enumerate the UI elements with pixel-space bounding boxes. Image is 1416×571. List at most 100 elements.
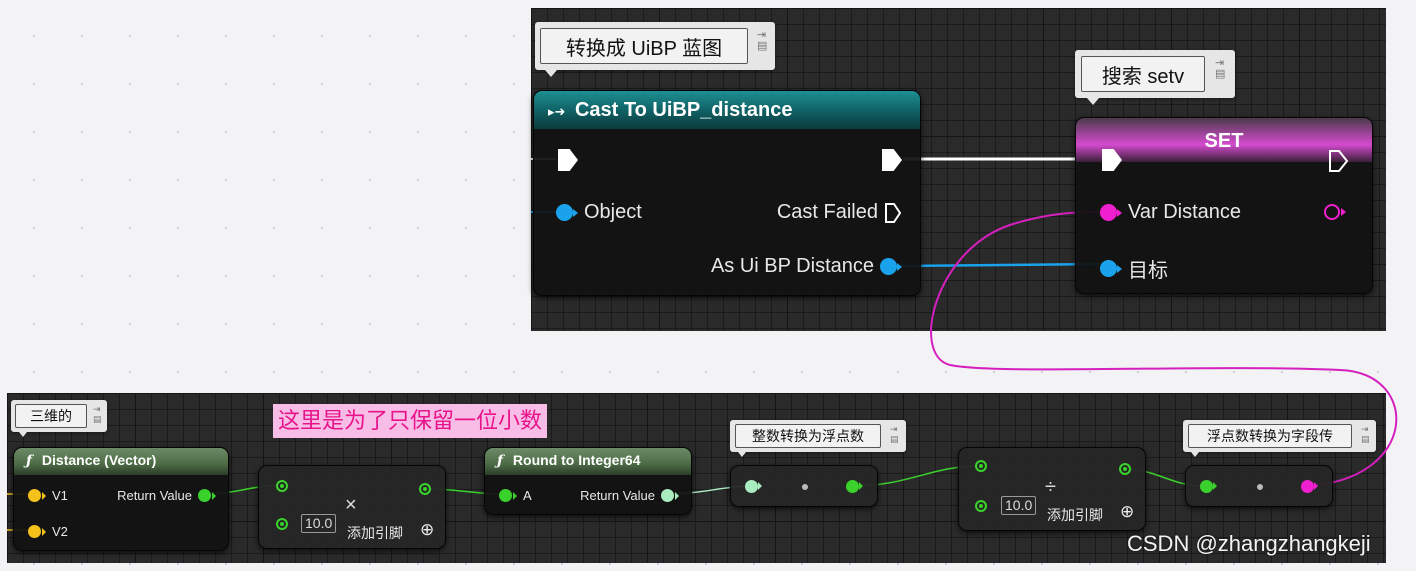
conversion-output-pin[interactable] xyxy=(846,480,859,493)
pin-arrow-icon xyxy=(212,491,216,500)
a-input-pin[interactable] xyxy=(499,489,512,502)
annotation-note: 这里是为了只保留一位小数 xyxy=(273,404,548,438)
a-row: A xyxy=(499,488,532,503)
conversion-input-pin[interactable] xyxy=(745,480,758,493)
multiply-symbol: × xyxy=(345,494,357,516)
cast-node-title: Cast To UiBP_distance xyxy=(574,99,793,121)
pin-icon[interactable]: ⇥ ▤ xyxy=(890,424,899,444)
return-value-label: Return Value xyxy=(117,488,192,503)
v2-label: V2 xyxy=(52,524,68,539)
comment-tail xyxy=(1191,452,1199,457)
set-node-title: SET xyxy=(1204,130,1244,152)
cast-node-header[interactable]: ▸➜ Cast To UiBP_distance xyxy=(534,91,920,129)
comment-text-box[interactable]: 三维的 xyxy=(15,404,87,428)
comment-bubble-int-to-float[interactable]: 整数转换为浮点数 ⇥ ▤ xyxy=(730,420,906,457)
exec-out-pin[interactable] xyxy=(882,149,902,171)
v1-label: V1 xyxy=(52,488,68,503)
multiply-output-pin[interactable] xyxy=(419,483,431,495)
comment-text: 三维的 xyxy=(30,408,72,424)
comment-bubble-set[interactable]: 搜索 setv ⇥ ▤ xyxy=(1075,50,1235,105)
pin-icon[interactable]: ⇥ ▤ xyxy=(93,404,102,424)
v2-input-pin[interactable] xyxy=(28,525,41,538)
distance-node-header[interactable]: ƒ Distance (Vector) xyxy=(14,448,228,475)
object-label: Object xyxy=(584,201,642,223)
v1-input-pin[interactable] xyxy=(28,489,41,502)
divide-value-field[interactable]: 10.0 xyxy=(1001,496,1037,515)
pin-icon[interactable]: ⇥ ▤ xyxy=(1361,424,1370,444)
pin-arrow-icon xyxy=(675,491,679,500)
multiply-value-field[interactable]: 10.0 xyxy=(301,514,337,533)
comment-text-box[interactable]: 搜索 setv xyxy=(1081,56,1205,92)
object-pin-row: Object xyxy=(556,201,642,224)
comment-text-box[interactable]: 整数转换为浮点数 xyxy=(735,424,881,448)
as-uibp-label: As Ui BP Distance xyxy=(710,255,874,277)
round-return-row: Return Value xyxy=(580,488,679,503)
conversion-output-pin[interactable] xyxy=(1301,480,1314,493)
float-to-string-node[interactable] xyxy=(1185,465,1333,507)
int64-to-float-node[interactable] xyxy=(730,465,878,507)
multiply-input-a-pin[interactable] xyxy=(276,480,288,492)
object-input-pin[interactable] xyxy=(556,204,573,221)
var-distance-output-pin[interactable] xyxy=(1324,204,1340,220)
set-node[interactable]: SET Var Distance 目标 xyxy=(1075,117,1373,294)
divide-input-b-pin[interactable] xyxy=(975,500,987,512)
round-return-pin[interactable] xyxy=(661,489,674,502)
var-distance-label: Var Distance xyxy=(1128,201,1242,223)
annotation-text: 这里是为了只保留一位小数 xyxy=(278,408,543,433)
conversion-dot xyxy=(1257,484,1263,490)
comment-text: 浮点数转换为字段传 xyxy=(1207,428,1333,444)
comment-text: 转换成 UiBP 蓝图 xyxy=(565,37,723,60)
watermark: CSDN @zhangzhangkeji xyxy=(1127,531,1371,556)
function-icon: ƒ xyxy=(497,453,504,469)
comment-text-box[interactable]: 转换成 UiBP 蓝图 xyxy=(540,28,748,64)
pin-arrow-icon xyxy=(1341,208,1346,216)
as-uibp-row: As Ui BP Distance xyxy=(711,255,902,278)
exec-in-pin[interactable] xyxy=(558,149,578,171)
round-to-integer64-node[interactable]: ƒ Round to Integer64 A Return Value xyxy=(484,447,692,515)
target-label: 目标 xyxy=(1128,260,1168,282)
pin-arrow-icon xyxy=(573,208,578,217)
pin-arrow-icon xyxy=(1117,264,1122,273)
pin-arrow-icon xyxy=(1213,482,1217,490)
pin-arrow-icon xyxy=(1117,208,1122,217)
plus-circle-icon[interactable]: ⊕ xyxy=(420,520,434,540)
cast-failed-exec-pin[interactable] xyxy=(884,202,902,224)
plus-circle-icon[interactable]: ⊕ xyxy=(1120,502,1134,522)
comment-bubble-3d[interactable]: 三维的 ⇥ ▤ xyxy=(11,400,107,437)
cast-node[interactable]: ▸➜ Cast To UiBP_distance Object Cast Fai… xyxy=(533,90,921,296)
pin-icon[interactable]: ⇥ ▤ xyxy=(757,30,767,52)
divide-symbol: ÷ xyxy=(1045,476,1056,498)
var-distance-input-pin[interactable] xyxy=(1100,204,1117,221)
divide-output-pin[interactable] xyxy=(1119,463,1131,475)
a-label: A xyxy=(523,488,532,503)
multiply-node[interactable]: × 10.0 添加引脚 ⊕ xyxy=(258,465,446,549)
cast-arrow-icon: ▸➜ xyxy=(548,104,566,119)
divide-input-a-pin[interactable] xyxy=(975,460,987,472)
distance-vector-node[interactable]: ƒ Distance (Vector) V1 V2 Return Value xyxy=(13,447,229,551)
comment-bubble-cast[interactable]: 转换成 UiBP 蓝图 ⇥ ▤ xyxy=(535,22,775,77)
multiply-input-b-pin[interactable] xyxy=(276,518,288,530)
exec-out-pin[interactable] xyxy=(1328,149,1350,173)
add-pin-label[interactable]: 添加引脚 xyxy=(1047,505,1103,525)
pin-icon[interactable]: ⇥ ▤ xyxy=(1215,58,1225,80)
return-value-label: Return Value xyxy=(580,488,655,503)
divide-node[interactable]: ÷ 10.0 添加引脚 ⊕ xyxy=(958,447,1146,531)
comment-bubble-float-to-string[interactable]: 浮点数转换为字段传 ⇥ ▤ xyxy=(1183,420,1376,457)
comment-tail xyxy=(738,452,746,457)
pin-arrow-icon xyxy=(42,491,46,500)
add-pin-label[interactable]: 添加引脚 xyxy=(347,523,403,543)
conversion-input-pin[interactable] xyxy=(1200,480,1213,493)
distance-return-pin[interactable] xyxy=(198,489,211,502)
var-distance-out-row xyxy=(1324,204,1346,220)
target-row: 目标 xyxy=(1100,254,1168,283)
v1-row: V1 xyxy=(28,488,68,503)
as-uibp-output-pin[interactable] xyxy=(880,258,897,275)
round-node-header[interactable]: ƒ Round to Integer64 xyxy=(485,448,691,475)
target-input-pin[interactable] xyxy=(1100,260,1117,277)
var-distance-row: Var Distance xyxy=(1100,201,1241,224)
comment-text-box[interactable]: 浮点数转换为字段传 xyxy=(1188,424,1352,448)
comment-text: 整数转换为浮点数 xyxy=(752,428,864,444)
pin-arrow-icon xyxy=(758,482,762,490)
function-icon: ƒ xyxy=(26,453,33,469)
comment-text: 搜索 setv xyxy=(1101,65,1185,88)
